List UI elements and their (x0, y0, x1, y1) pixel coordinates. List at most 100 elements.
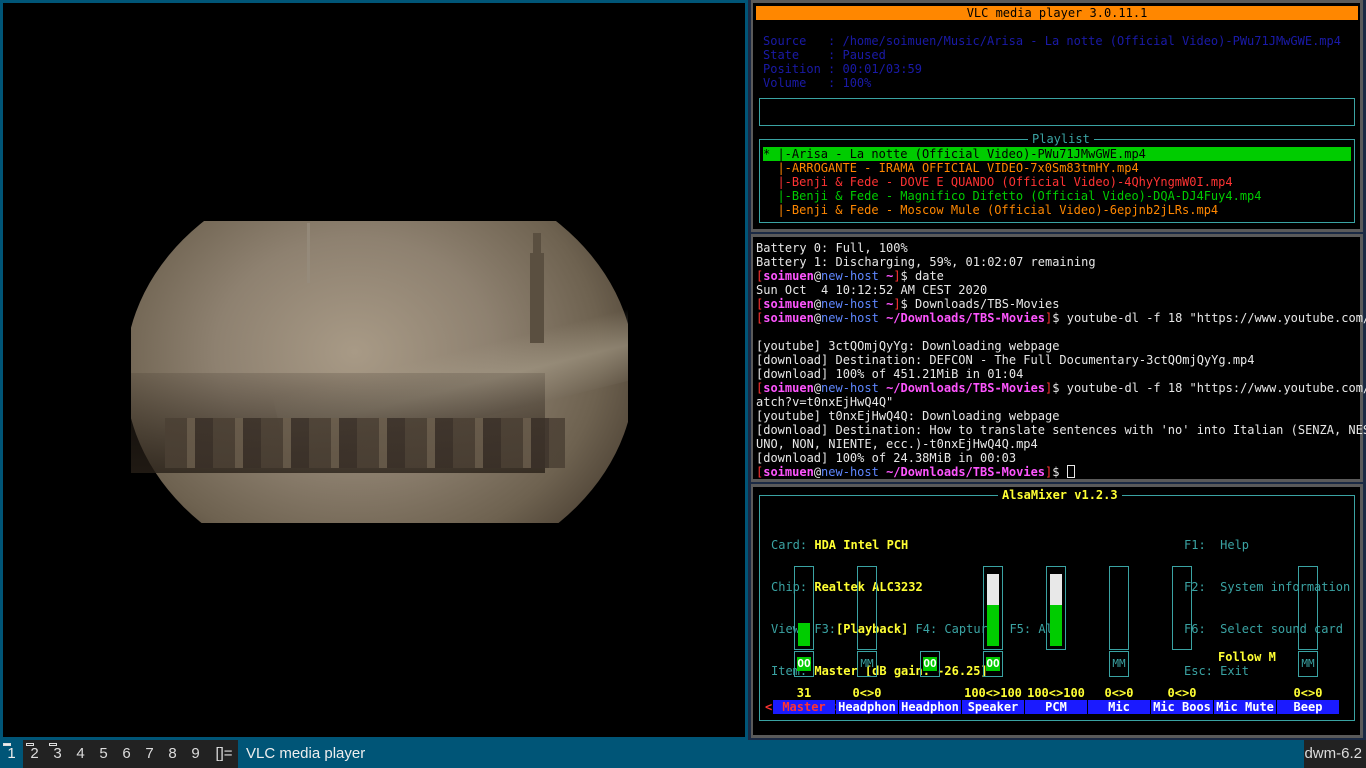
vlc-title-bar: VLC media player 3.0.11.1 (756, 6, 1358, 20)
channel-value: 0<>0 (852, 686, 882, 700)
vlc-empty-box (759, 98, 1355, 126)
channel-mute-switch[interactable]: OO (983, 651, 1003, 677)
help-f6: F6: Select sound card (1184, 622, 1343, 636)
shell-prompt-line: [soimuen@new-host ~/Downloads/TBS-Movies… (756, 381, 1366, 395)
alsamixer-terminal-window[interactable]: AlsaMixer v1.2.3 Card: HDA Intel PCH Chi… (751, 484, 1363, 738)
shell-output-line: Battery 0: Full, 100% (756, 241, 908, 255)
shell-command[interactable]: youtube-dl -f 18 "https://www.youtube.co… (1067, 381, 1366, 395)
prompt-dollar: $ (900, 297, 915, 311)
channel-name[interactable]: Headphon (836, 700, 898, 714)
tag-label: 3 (53, 745, 62, 762)
tag-6[interactable]: 6 (115, 740, 138, 768)
playlist-box: Playlist * |-Arisa - La notte (Official … (759, 132, 1355, 223)
channel-volume-bar[interactable] (1298, 566, 1318, 650)
channel-volume-bar[interactable] (1109, 566, 1129, 650)
prompt-at: @ (813, 269, 822, 283)
vlc-info-line: Position : 00:01/03:59 (763, 62, 922, 76)
tag-label: 8 (168, 745, 177, 762)
tag-1[interactable]: 1 (0, 740, 23, 768)
prompt-host: new-host (821, 297, 879, 311)
channel-volume-bar[interactable] (794, 566, 814, 650)
tag-8[interactable]: 8 (161, 740, 184, 768)
channel-mute-switch[interactable]: OO (794, 651, 814, 677)
terminal-cursor[interactable] (1066, 465, 1075, 478)
channel-mute-switch[interactable]: MM (857, 651, 877, 677)
channel-volume-bar[interactable] (983, 566, 1003, 650)
vlc-terminal-window[interactable]: VLC media player 3.0.11.1 Source : /home… (751, 0, 1363, 232)
channel-volume-bar[interactable] (1046, 566, 1066, 650)
shell-output-line: [download] Destination: DEFCON - The Ful… (756, 353, 1255, 367)
video-roofs (165, 418, 565, 468)
tag-7[interactable]: 7 (138, 740, 161, 768)
tag-occupied-indicator (49, 743, 57, 746)
shell-command[interactable]: youtube-dl -f 18 "https://www.youtube.co… (1067, 311, 1366, 325)
layout-indicator[interactable]: []= (210, 740, 238, 768)
video-frame (131, 221, 628, 523)
selection-left-marker: < (765, 700, 773, 714)
vlc-info-line: Source : /home/soimuen/Music/Arisa - La … (763, 34, 1341, 48)
view-f3: F3: (814, 622, 837, 636)
playlist-item[interactable]: |-Benji & Fede - Magnifico Difetto (Offi… (763, 189, 1351, 203)
channel-name[interactable]: PCM (1025, 700, 1087, 714)
channel-name[interactable]: Master (773, 700, 835, 714)
vlc-video-window[interactable] (0, 0, 748, 740)
prompt-path: ~/Downloads/TBS-Movies (886, 465, 1046, 479)
channel-volume-bar[interactable] (1172, 566, 1192, 650)
channel-mute-switch[interactable]: MM (1298, 651, 1318, 677)
tag-3[interactable]: 3 (46, 740, 69, 768)
prompt-host: new-host (821, 269, 879, 283)
tag-occupied-indicator (26, 743, 34, 746)
playlist-list: * |-Arisa - La notte (Official Video)-PW… (763, 147, 1351, 217)
shell-output-line: [youtube] 3ctQOmjQyYg: Downloading webpa… (756, 339, 1060, 353)
channel-value: 0<>0 (1293, 686, 1323, 700)
mute-state: OO (923, 657, 937, 671)
shell-output-line: UNO, NON, NIENTE, ecc.)-t0nxEjHwQ4Q.mp4 (756, 437, 1038, 451)
prompt-dollar: $ (1052, 465, 1067, 479)
prompt-path: ~/Downloads/TBS-Movies (886, 381, 1046, 395)
video-vignette (131, 221, 628, 523)
prompt-user: soimuen (763, 381, 814, 395)
mixer-info: Card: HDA Intel PCH Chip: Realtek ALC323… (771, 510, 1060, 706)
volume-fill (987, 605, 999, 646)
channel-name[interactable]: Speaker (962, 700, 1024, 714)
prompt-dollar: $ (1052, 311, 1067, 325)
channel-mute-switch[interactable]: MM (1109, 651, 1129, 677)
playlist-item[interactable]: |-Benji & Fede - Moscow Mule (Official V… (763, 203, 1351, 217)
channel-name[interactable]: Mic Mute (1214, 700, 1276, 714)
channel-name[interactable]: Mic (1088, 700, 1150, 714)
card-value: HDA Intel PCH (814, 538, 909, 552)
shell-prompt-line: [soimuen@new-host ~/Downloads/TBS-Movies… (756, 311, 1366, 325)
mixer-help: F1: Help F2: System information F6: Sele… (1184, 510, 1350, 706)
playlist-item[interactable]: |-ARROGANTE - IRAMA OFFICIAL VIDEO-7x0Sm… (763, 161, 1351, 175)
shell-output-line: [download] Destination: How to translate… (756, 423, 1366, 437)
prompt-dollar: $ (900, 269, 915, 283)
item-value: Master [dB gain: -26.25] (814, 664, 988, 678)
shell-terminal-window[interactable]: Battery 0: Full, 100% Battery 1: Discharg… (751, 234, 1366, 482)
tag-label: 6 (122, 745, 131, 762)
volume-fill (1050, 605, 1062, 646)
video-tower (530, 253, 544, 343)
shell-output-line: [download] 100% of 451.21MiB in 01:04 (756, 367, 1024, 381)
playlist-item[interactable]: |-Benji & Fede - DOVE E QUANDO (Official… (763, 175, 1351, 189)
alsamixer-box: AlsaMixer v1.2.3 Card: HDA Intel PCH Chi… (759, 488, 1355, 721)
tag-label: 5 (99, 745, 108, 762)
help-f1: F1: Help (1184, 538, 1250, 552)
tag-4[interactable]: 4 (69, 740, 92, 768)
channel-volume-bar[interactable] (857, 566, 877, 650)
help-f2: F2: System information (1184, 580, 1351, 594)
channel-mute-switch[interactable]: OO (920, 651, 940, 677)
shell-command[interactable]: date (915, 269, 944, 283)
tag-9[interactable]: 9 (184, 740, 207, 768)
tag-5[interactable]: 5 (92, 740, 115, 768)
channel-name[interactable]: Beep (1277, 700, 1339, 714)
prompt-user: soimuen (763, 311, 814, 325)
playlist-item[interactable]: * |-Arisa - La notte (Official Video)-PW… (763, 147, 1351, 161)
channel-name[interactable]: Headphon (899, 700, 961, 714)
shell-command[interactable]: Downloads/TBS-Movies (915, 297, 1060, 311)
channel-name[interactable]: Mic Boos (1151, 700, 1213, 714)
channel-value: 0<>0 (1104, 686, 1134, 700)
tag-2[interactable]: 2 (23, 740, 46, 768)
